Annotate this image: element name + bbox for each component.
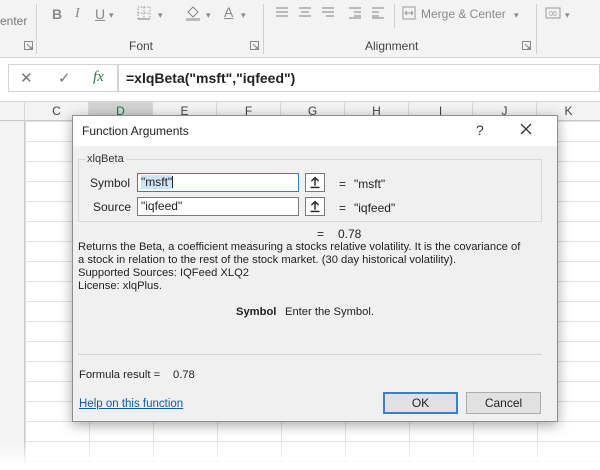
- ribbon: enter B I U ▾ ▾ ▾ A ▾ Font Merge & Cente…: [0, 0, 600, 58]
- formula-result-label: Formula result =: [79, 369, 161, 381]
- fade-overlay: [0, 440, 600, 470]
- function-arguments-dialog: Function Arguments ? xlqBeta Symbol "msf…: [72, 115, 558, 422]
- dialog-separator: [78, 354, 542, 355]
- argument-help-text: Enter the Symbol.: [285, 306, 374, 318]
- result-equals: =: [317, 227, 325, 241]
- enter-icon[interactable]: ✓: [58, 69, 71, 87]
- underline-button[interactable]: U: [95, 6, 105, 22]
- number-format-icon[interactable]: 00: [545, 6, 561, 20]
- align-bottom-icon[interactable]: [321, 7, 335, 19]
- argument-value-source: "iqfeed": [354, 201, 396, 215]
- merge-center-icon[interactable]: [402, 6, 416, 20]
- wrap-text-center-partial-label[interactable]: enter: [0, 14, 27, 28]
- font-color-button[interactable]: A: [224, 4, 233, 20]
- italic-button[interactable]: I: [75, 6, 80, 22]
- chevron-down-icon[interactable]: ▾: [565, 7, 570, 23]
- description-line: Returns the Beta, a coefficient measurin…: [78, 241, 521, 253]
- formula-text[interactable]: =xlqBeta("msft","iqfeed"): [126, 70, 295, 86]
- collapse-dialog-icon[interactable]: [305, 197, 325, 216]
- cancel-icon[interactable]: ✕: [20, 69, 33, 87]
- svg-text:00: 00: [549, 11, 557, 18]
- description-line: a stock in relation to the rest of the s…: [78, 254, 457, 266]
- dialog-launcher-icon[interactable]: [522, 41, 531, 50]
- fill-color-icon[interactable]: [185, 5, 201, 21]
- collapse-dialog-icon[interactable]: [305, 173, 325, 192]
- increase-indent-icon[interactable]: [371, 7, 385, 19]
- ok-button[interactable]: OK: [383, 392, 458, 414]
- alignment-group-label: Alignment: [365, 39, 419, 53]
- argument-equals: =: [339, 201, 347, 215]
- description-line: Supported Sources: IQFeed XLQ2: [78, 267, 250, 279]
- argument-help-name: Symbol: [236, 306, 277, 318]
- decrease-indent-icon[interactable]: [348, 7, 362, 19]
- close-icon[interactable]: [517, 120, 535, 138]
- argument-label-source: Source: [93, 200, 132, 214]
- row-headers[interactable]: [0, 121, 25, 470]
- insert-function-icon[interactable]: fx: [93, 69, 104, 86]
- formula-bar: ✕ ✓ fx =xlqBeta("msft","iqfeed"): [0, 62, 600, 92]
- result-value: 0.78: [338, 227, 362, 241]
- function-group-box: xlqBeta Symbol "msft" = "msft" Source "i…: [78, 153, 542, 222]
- function-description: Returns the Beta, a coefficient measurin…: [78, 241, 550, 293]
- ribbon-separator: [536, 4, 537, 54]
- dialog-titlebar[interactable]: Function Arguments ?: [73, 116, 557, 146]
- formula-result-value: 0.78: [173, 369, 195, 381]
- borders-icon[interactable]: [137, 6, 151, 20]
- source-input[interactable]: "iqfeed": [137, 197, 299, 216]
- chevron-down-icon[interactable]: ▾: [514, 7, 519, 23]
- merge-center-label[interactable]: Merge & Center: [421, 7, 506, 21]
- font-group-label: Font: [129, 39, 154, 53]
- symbol-input-value: "msft": [141, 175, 173, 189]
- help-on-function-link[interactable]: Help on this function: [79, 398, 183, 410]
- dialog-title: Function Arguments: [82, 124, 189, 138]
- chevron-down-icon[interactable]: ▾: [109, 7, 114, 23]
- bold-button[interactable]: B: [52, 6, 62, 22]
- ribbon-separator: [36, 4, 37, 54]
- ribbon-separator: [263, 4, 264, 54]
- function-name: xlqBeta: [85, 153, 126, 165]
- chevron-down-icon[interactable]: ▾: [206, 7, 211, 23]
- dialog-launcher-icon[interactable]: [250, 41, 259, 50]
- select-all-corner[interactable]: [0, 102, 25, 121]
- dialog-launcher-icon[interactable]: [24, 41, 33, 50]
- align-middle-icon[interactable]: [298, 7, 312, 19]
- chevron-down-icon[interactable]: ▾: [241, 7, 246, 23]
- text-cursor: [172, 176, 174, 188]
- argument-equals: =: [339, 177, 347, 191]
- align-top-icon[interactable]: [275, 7, 289, 19]
- description-line: License: xlqPlus.: [78, 280, 162, 292]
- help-button[interactable]: ?: [476, 122, 484, 138]
- symbol-input[interactable]: "msft": [137, 173, 299, 192]
- argument-label-symbol: Symbol: [90, 176, 131, 190]
- chevron-down-icon[interactable]: ▾: [158, 7, 163, 23]
- cancel-button[interactable]: Cancel: [466, 392, 541, 414]
- argument-value-symbol: "msft": [354, 177, 386, 191]
- ribbon-separator: [394, 4, 395, 28]
